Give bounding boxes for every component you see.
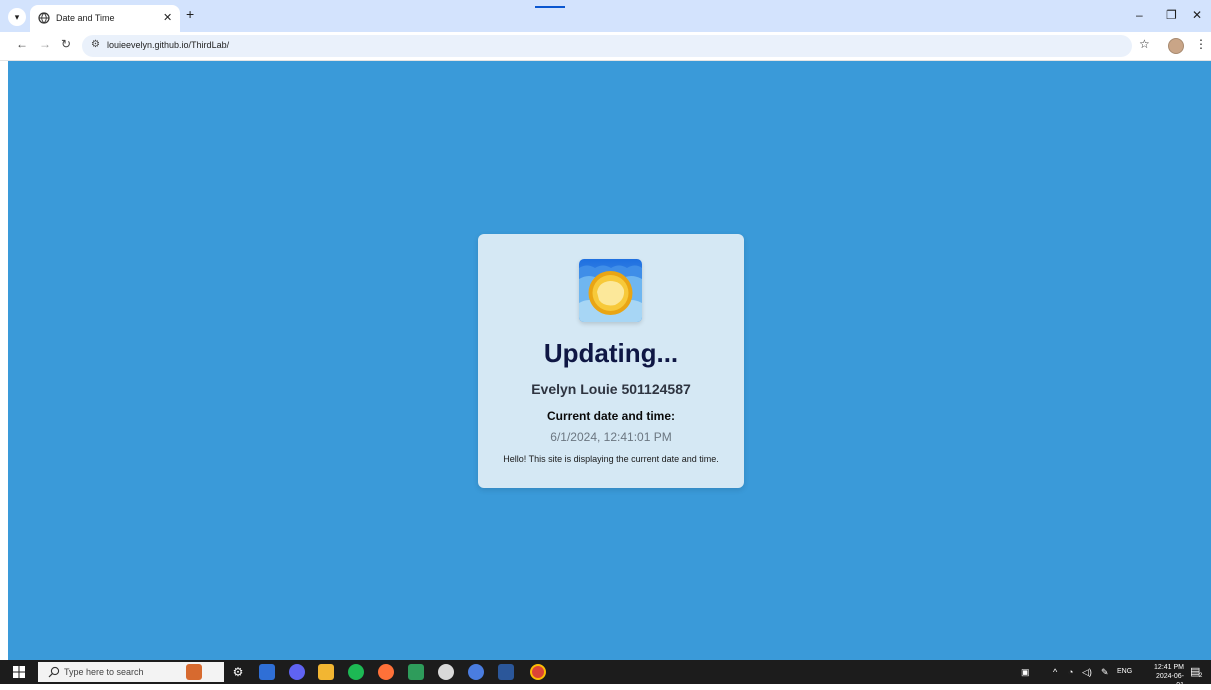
- settings-gear-icon[interactable]: ⚙: [230, 664, 246, 680]
- browser-toolbar: ← → ↻ ⚙ louieevelyn.github.io/ThirdLab/ …: [0, 32, 1211, 61]
- file-explorer-icon[interactable]: [318, 664, 334, 680]
- tab-title: Date and Time: [56, 13, 115, 23]
- chat-app-icon[interactable]: [438, 664, 454, 680]
- bookmark-star-icon[interactable]: ☆: [1139, 37, 1150, 51]
- tab-search-icon[interactable]: ▾: [8, 8, 26, 26]
- taskbar-clock[interactable]: 12:41 PM 2024-06-01: [1150, 663, 1184, 690]
- chrome-icon[interactable]: [530, 664, 546, 680]
- page-viewport: Updating... Evelyn Louie 501124587 Curre…: [8, 61, 1211, 660]
- tab-strip: ▾ Date and Time ✕ + – ❐ ✕: [0, 0, 1211, 32]
- clock-time: 12:41 PM: [1154, 664, 1184, 671]
- sun-weather-icon: [579, 259, 642, 322]
- current-datetime-value: 6/1/2024, 12:41:01 PM: [550, 430, 672, 444]
- clock-date: 2024-06-01: [1155, 673, 1184, 689]
- tray-overflow-icon[interactable]: ^: [1053, 667, 1057, 677]
- volume-icon[interactable]: ◁): [1082, 667, 1092, 678]
- language-indicator[interactable]: ENG: [1117, 668, 1132, 675]
- close-tab-icon[interactable]: ✕: [163, 11, 172, 24]
- close-window-icon[interactable]: ✕: [1192, 8, 1202, 22]
- page-headline: Updating...: [543, 338, 679, 368]
- back-icon[interactable]: ←: [16, 37, 28, 51]
- browser-tab[interactable]: Date and Time ✕: [30, 5, 180, 32]
- messenger-icon[interactable]: [468, 664, 484, 680]
- search-highlight-icon[interactable]: [186, 664, 202, 680]
- author-name: Evelyn Louie 501124587: [531, 381, 691, 397]
- pen-icon[interactable]: ✎: [1101, 667, 1109, 678]
- loading-indicator: [535, 6, 565, 8]
- reload-icon[interactable]: ↻: [61, 37, 71, 51]
- minimize-icon[interactable]: –: [1136, 8, 1143, 22]
- spotify-icon[interactable]: [348, 664, 364, 680]
- cortana-icon[interactable]: [289, 664, 305, 680]
- search-placeholder: Type here to search: [64, 667, 144, 677]
- windows-taskbar: Type here to search ⚙ ▣ ^ ◔ ◁) ✎ ENG 12:…: [0, 660, 1211, 689]
- new-tab-icon[interactable]: +: [186, 6, 194, 22]
- globe-icon: [38, 12, 50, 24]
- forward-icon[interactable]: →: [39, 37, 51, 51]
- search-icon: [48, 666, 60, 678]
- url-text[interactable]: louieevelyn.github.io/ThirdLab/: [107, 40, 229, 50]
- menu-kebab-icon[interactable]: ⋮: [1195, 37, 1207, 51]
- task-view-icon[interactable]: [259, 664, 275, 680]
- news-widget-icon[interactable]: ▣: [1021, 667, 1030, 678]
- profile-avatar[interactable]: [1168, 38, 1184, 54]
- site-info-icon[interactable]: ⚙: [91, 39, 100, 50]
- firefox-icon[interactable]: [378, 664, 394, 680]
- address-bar[interactable]: ⚙ louieevelyn.github.io/ThirdLab/: [82, 35, 1132, 57]
- page-description: Hello! This site is displaying the curre…: [503, 454, 719, 464]
- wifi-icon[interactable]: ◔: [1068, 667, 1073, 677]
- windows-start-icon[interactable]: [13, 666, 25, 678]
- datetime-card: Updating... Evelyn Louie 501124587 Curre…: [478, 234, 744, 488]
- app-icon[interactable]: [408, 664, 424, 680]
- current-datetime-label: Current date and time:: [546, 409, 675, 423]
- word-icon[interactable]: [498, 664, 514, 680]
- restore-icon[interactable]: ❐: [1166, 8, 1177, 22]
- notification-count: 2: [1199, 673, 1203, 679]
